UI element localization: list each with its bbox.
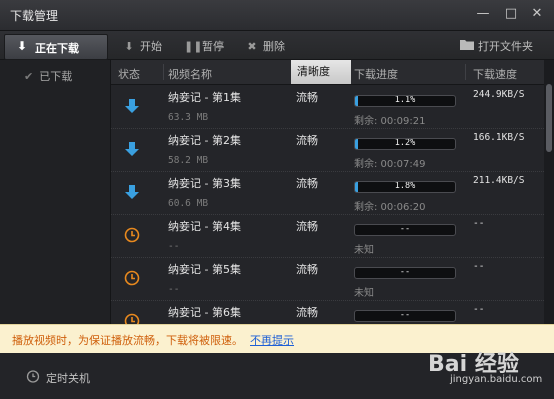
quality-value: 流畅 bbox=[296, 91, 318, 104]
header-status[interactable]: 状态 bbox=[118, 66, 140, 82]
dismiss-notice-link[interactable]: 不再提示 bbox=[250, 332, 294, 348]
file-size: 60.6 MB bbox=[168, 198, 209, 209]
title-bar: 下载管理 — □ ✕ bbox=[0, 0, 554, 31]
quality-value: 流畅 bbox=[296, 306, 318, 319]
table-row[interactable]: 纳妾记 - 第6集 -- 流畅 -- 未知 -- bbox=[111, 300, 544, 324]
sidebar-item-downloaded[interactable]: ✔ 已下载 bbox=[24, 68, 72, 84]
minimize-button[interactable]: — bbox=[474, 6, 492, 22]
pause-button[interactable]: ❚❚暂停 bbox=[184, 38, 224, 54]
download-list: 纳妾记 - 第1集 63.3 MB 流畅 1.1% 剩余: 00:09:21 2… bbox=[111, 85, 544, 324]
download-arrow-icon bbox=[124, 141, 140, 157]
file-size: 63.3 MB bbox=[168, 112, 209, 123]
maximize-button[interactable]: □ bbox=[502, 6, 520, 22]
progress-text: -- bbox=[399, 224, 411, 234]
start-arrow-icon: ⬇ bbox=[124, 40, 134, 53]
download-speed: -- bbox=[473, 218, 485, 229]
sidebar-item-label: 已下载 bbox=[39, 70, 73, 83]
watermark-url: jingyan.baidu.com bbox=[450, 374, 543, 385]
progress-text: 1.2% bbox=[394, 138, 416, 148]
table-row[interactable]: 纳妾记 - 第1集 63.3 MB 流畅 1.1% 剩余: 00:09:21 2… bbox=[111, 85, 544, 129]
timer-shutdown-button[interactable]: 定时关机 bbox=[46, 370, 90, 386]
progress-bar: 1.1% bbox=[354, 95, 456, 107]
table-row[interactable]: 纳妾记 - 第2集 58.2 MB 流畅 1.2% 剩余: 00:07:49 1… bbox=[111, 128, 544, 172]
video-name: 纳妾记 - 第3集 bbox=[168, 177, 241, 190]
progress-bar: -- bbox=[354, 224, 456, 236]
download-arrow-icon: ⬇ bbox=[17, 39, 28, 53]
close-button[interactable]: ✕ bbox=[528, 6, 546, 22]
video-name: 纳妾记 - 第1集 bbox=[168, 91, 241, 104]
header-divider bbox=[465, 64, 466, 80]
folder-icon bbox=[460, 39, 474, 53]
download-speed: 211.4KB/S bbox=[473, 175, 525, 186]
video-name: 纳妾记 - 第6集 bbox=[168, 306, 241, 319]
header-progress[interactable]: 下载进度 bbox=[354, 66, 398, 82]
start-button[interactable]: ⬇ 开始 bbox=[122, 38, 162, 54]
clock-icon bbox=[124, 227, 140, 243]
table-row[interactable]: 纳妾记 - 第5集 -- 流畅 -- 未知 -- bbox=[111, 257, 544, 301]
list-header: 状态 视频名称 清晰度 下载进度 下载速度 bbox=[111, 60, 544, 85]
header-divider bbox=[163, 64, 164, 80]
file-size: -- bbox=[168, 241, 180, 252]
download-speed: -- bbox=[473, 261, 485, 272]
video-name: 纳妾记 - 第2集 bbox=[168, 134, 241, 147]
download-speed: 244.9KB/S bbox=[473, 89, 525, 100]
pause-icon: ❚❚ bbox=[184, 40, 203, 53]
header-speed[interactable]: 下载速度 bbox=[473, 66, 517, 82]
notice-message: 播放视频时，为保证播放流畅，下载将被限速。 bbox=[12, 334, 243, 347]
header-name[interactable]: 视频名称 bbox=[168, 66, 212, 82]
remaining-time: 剩余: 00:07:49 bbox=[354, 159, 426, 170]
quality-value: 流畅 bbox=[296, 220, 318, 233]
download-speed: -- bbox=[473, 304, 485, 315]
quality-value: 流畅 bbox=[296, 177, 318, 190]
quality-value: 流畅 bbox=[296, 134, 318, 147]
download-arrow-icon bbox=[124, 98, 140, 114]
header-quality[interactable]: 清晰度 bbox=[291, 60, 351, 84]
file-size: 58.2 MB bbox=[168, 155, 209, 166]
progress-bar: -- bbox=[354, 310, 456, 322]
video-name: 纳妾记 - 第4集 bbox=[168, 220, 241, 233]
progress-bar: 1.8% bbox=[354, 181, 456, 193]
progress-text: -- bbox=[399, 310, 411, 320]
download-manager-window: 下载管理 — □ ✕ ⬇ 正在下载 ⬇ 开始 ❚❚暂停 ✖ 删除 打开文件夹 ✔ 已下… bbox=[0, 0, 554, 399]
window-title: 下载管理 bbox=[10, 9, 59, 23]
remaining-time: 剩余: 00:09:21 bbox=[354, 116, 426, 127]
clock-icon bbox=[124, 270, 140, 286]
open-folder-button[interactable]: 打开文件夹 bbox=[460, 38, 533, 54]
clock-icon bbox=[124, 313, 140, 324]
delete-button[interactable]: ✖ 删除 bbox=[245, 38, 285, 54]
remaining-time: 剩余: 00:06:20 bbox=[354, 202, 426, 213]
tab-downloading[interactable]: ⬇ 正在下载 bbox=[4, 34, 108, 60]
check-icon: ✔ bbox=[24, 70, 34, 83]
tab-downloading-label: 正在下载 bbox=[35, 42, 79, 55]
file-size: -- bbox=[168, 284, 180, 295]
progress-text: 1.1% bbox=[394, 95, 416, 105]
delete-label: 删除 bbox=[263, 40, 285, 53]
remaining-time: 未知 bbox=[354, 288, 374, 299]
download-speed: 166.1KB/S bbox=[473, 132, 525, 143]
delete-x-icon: ✖ bbox=[247, 40, 257, 53]
vertical-scrollbar[interactable] bbox=[544, 60, 554, 324]
sidebar bbox=[0, 60, 111, 324]
progress-text: 1.8% bbox=[394, 181, 416, 191]
scrollbar-thumb[interactable] bbox=[546, 84, 552, 152]
open-folder-label: 打开文件夹 bbox=[478, 40, 533, 53]
pause-label: 暂停 bbox=[202, 40, 224, 53]
table-row[interactable]: 纳妾记 - 第3集 60.6 MB 流畅 1.8% 剩余: 00:06:20 2… bbox=[111, 171, 544, 215]
remaining-time: 未知 bbox=[354, 245, 374, 256]
alarm-clock-icon bbox=[26, 369, 40, 386]
video-name: 纳妾记 - 第5集 bbox=[168, 263, 241, 276]
progress-bar: -- bbox=[354, 267, 456, 279]
quality-value: 流畅 bbox=[296, 263, 318, 276]
progress-text: -- bbox=[399, 267, 411, 277]
start-label: 开始 bbox=[140, 40, 162, 53]
download-arrow-icon bbox=[124, 184, 140, 200]
progress-bar: 1.2% bbox=[354, 138, 456, 150]
table-row[interactable]: 纳妾记 - 第4集 -- 流畅 -- 未知 -- bbox=[111, 214, 544, 258]
